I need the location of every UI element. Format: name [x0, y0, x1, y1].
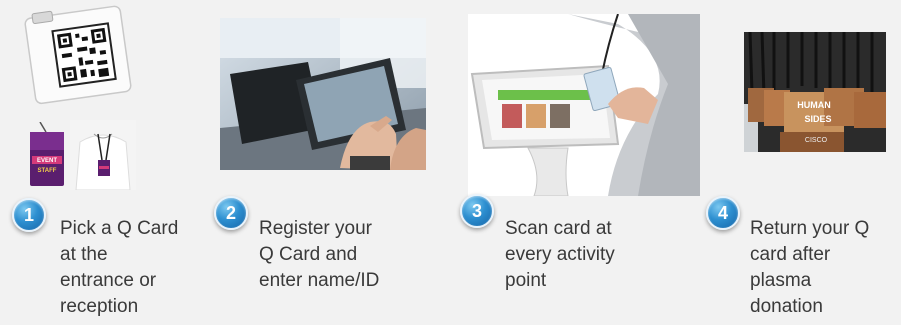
- kiosk-scan-image: [468, 14, 700, 196]
- svg-text:EVENT: EVENT: [37, 158, 57, 164]
- step-4-badge: 4: [706, 196, 740, 230]
- step-1-badge: 1: [12, 198, 46, 232]
- step-2-text: Register your Q Card and enter name/ID: [259, 218, 380, 291]
- step-1-text: Pick a Q Card at the entrance or recepti…: [60, 218, 179, 317]
- svg-text:SIDES: SIDES: [804, 114, 831, 124]
- svg-text:STAFF: STAFF: [38, 168, 57, 174]
- tablet-register-image: [220, 18, 426, 170]
- step-4-text: Return your Q card after plasma donation: [750, 218, 870, 317]
- svg-text:CISCO: CISCO: [805, 137, 828, 144]
- svg-text:HUMAN: HUMAN: [797, 100, 831, 110]
- step-2-badge: 2: [214, 196, 248, 230]
- return-tags-image: HUMAN SIDES CISCO: [744, 32, 886, 152]
- qr-card-image: [12, 0, 142, 110]
- person-lanyard-image: [70, 120, 136, 190]
- step-3-badge: 3: [460, 194, 494, 228]
- event-staff-badge-image: EVENT STAFF: [26, 122, 68, 188]
- step-3-text: Scan card at every activity point: [505, 218, 615, 291]
